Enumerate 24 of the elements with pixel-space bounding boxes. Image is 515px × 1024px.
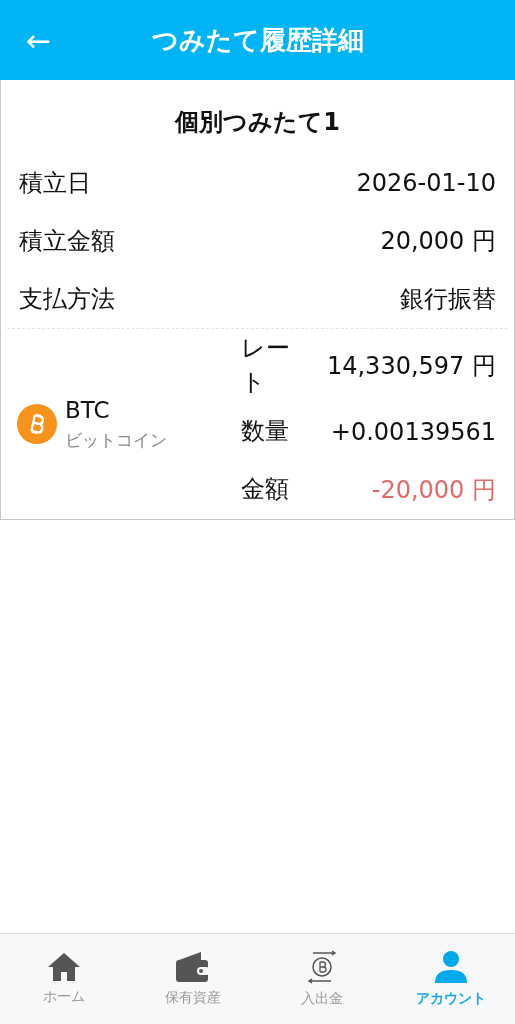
row-value: 銀行振替 <box>400 284 496 315</box>
home-icon <box>47 952 82 982</box>
detail-label: 数量 <box>241 416 289 448</box>
person-icon <box>432 950 469 984</box>
row-label: 積立金額 <box>19 226 115 257</box>
detail-value: 14,330,597 円 <box>326 351 496 382</box>
nav-tab[interactable]: アカウント <box>386 934 515 1024</box>
detail-label: レート <box>241 333 291 398</box>
page-title: つみたて履歴詳細 <box>151 24 364 55</box>
nav-tab[interactable]: 入出金 <box>257 934 387 1024</box>
nav-tab[interactable]: ホーム <box>0 934 129 1024</box>
detail-value: -20,000 円 <box>371 475 496 506</box>
row-value: 20,000 円 <box>380 226 496 257</box>
detail-label: 金額 <box>241 474 289 506</box>
detail-value: +0.00139561 <box>330 418 496 446</box>
coin-name: ビットコイン <box>65 428 167 452</box>
nav-tab[interactable]: 保有資産 <box>128 934 258 1024</box>
card-title: 個別つみたて1 <box>175 108 340 136</box>
row-label: 支払方法 <box>19 284 115 315</box>
bitcoin-icon <box>17 404 57 444</box>
row-value: 2026-01-10 <box>356 169 496 197</box>
row-label: 積立日 <box>19 168 91 199</box>
coin-symbol: BTC <box>65 396 111 423</box>
back-button[interactable]: ← <box>22 22 56 58</box>
